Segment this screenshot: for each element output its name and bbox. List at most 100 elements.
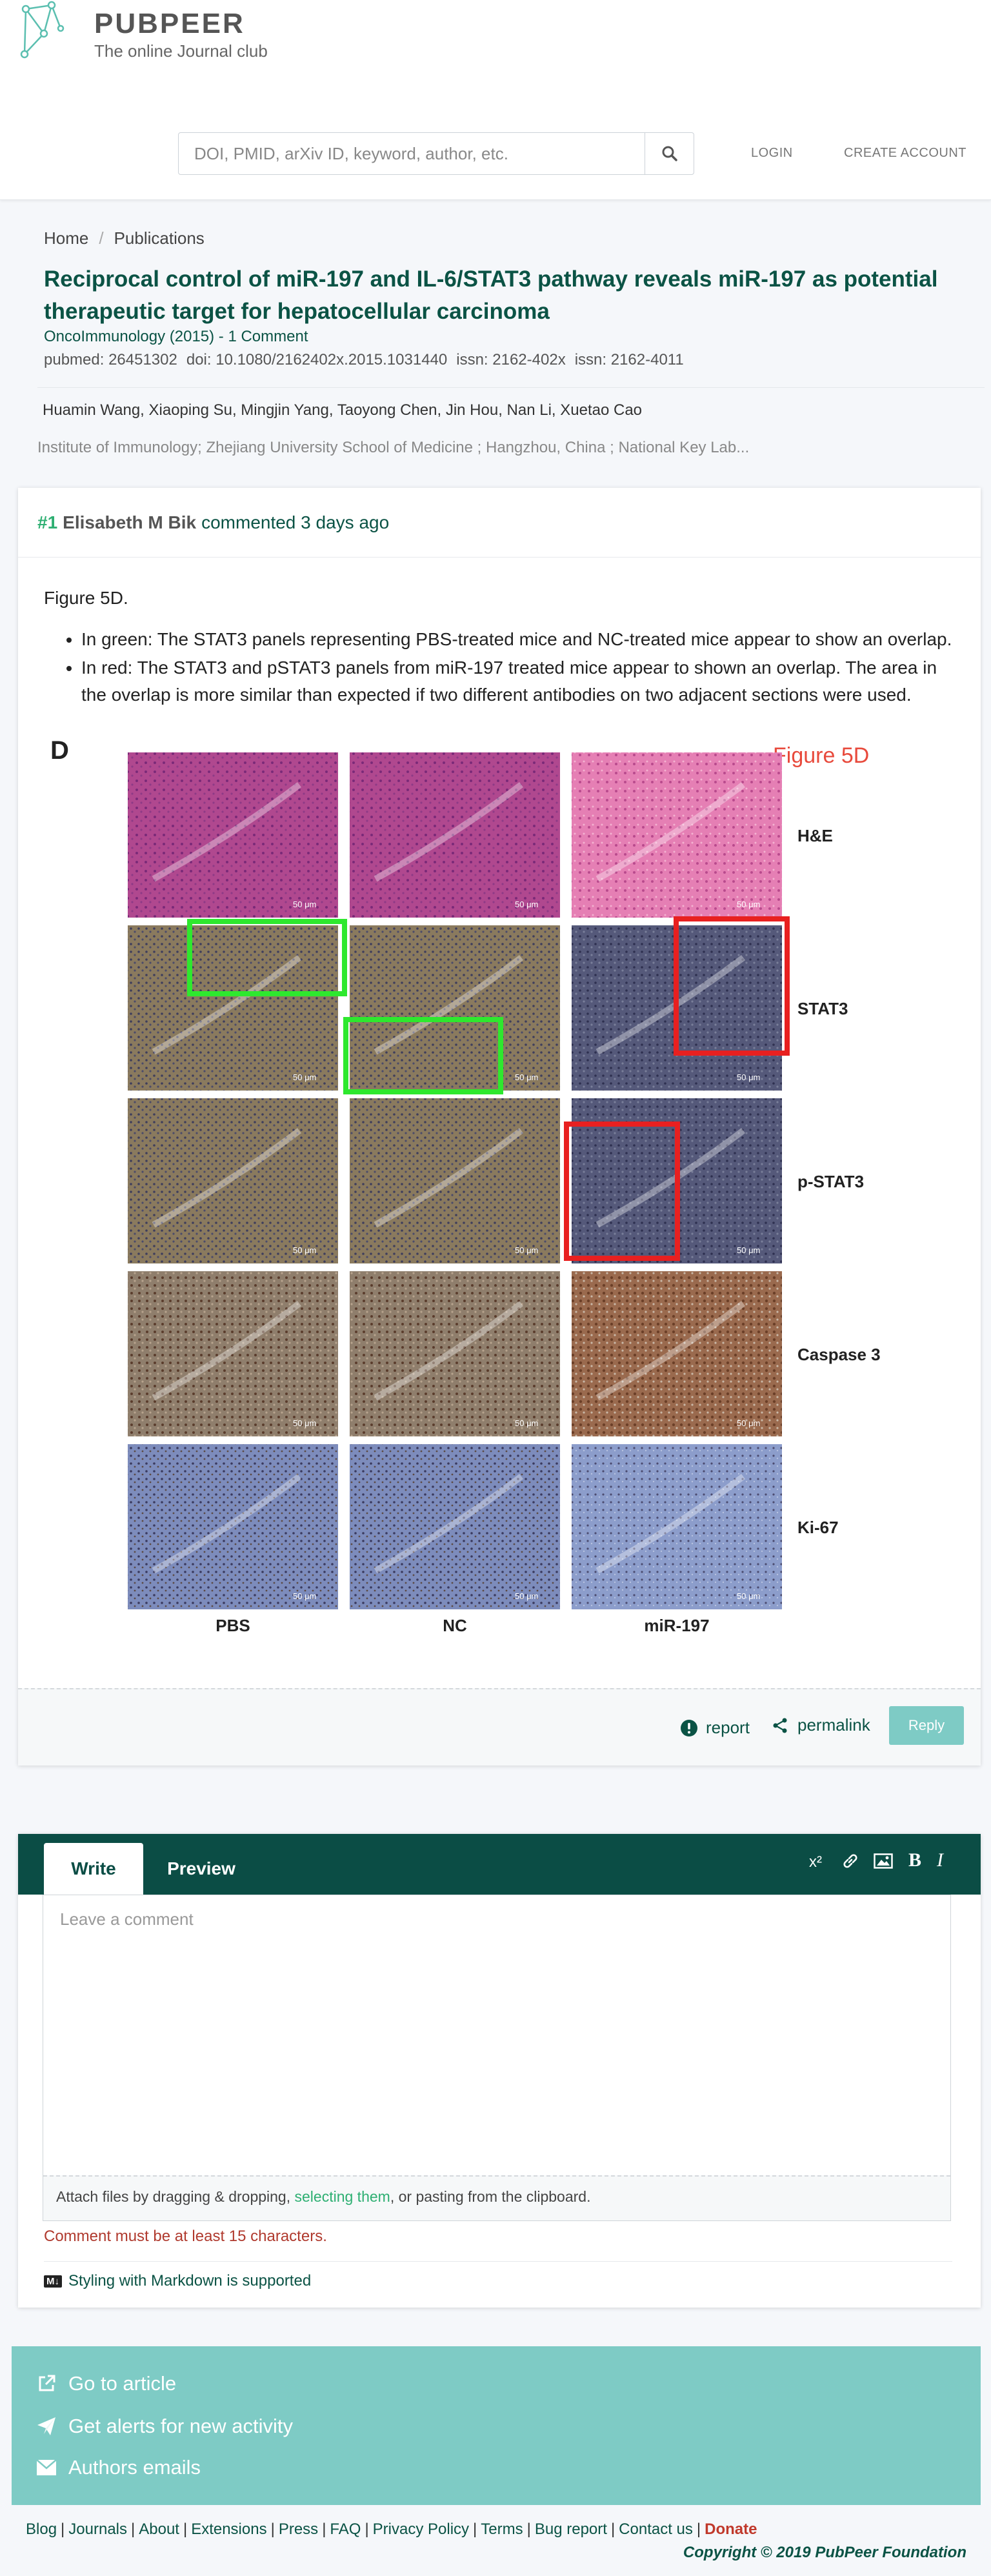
link-icon[interactable] [841, 1852, 859, 1870]
get-alerts-link[interactable]: Get alerts for new activity [36, 2415, 293, 2438]
reply-button[interactable]: Reply [889, 1706, 964, 1745]
superscript-icon[interactable]: x² [809, 1853, 822, 1871]
figure-scale-bar-label: 50 μm [293, 900, 316, 909]
doi: doi: 10.1080/2162402x.2015.1031440 [186, 351, 448, 368]
comment-card: #1 Elisabeth M Bik commented 3 days ago … [18, 488, 981, 1766]
figure-scale-bar-label: 50 μm [293, 1418, 316, 1428]
breadcrumb-publications[interactable]: Publications [114, 228, 205, 248]
search-input[interactable] [179, 133, 645, 174]
go-to-article-link[interactable]: Go to article [36, 2372, 176, 2395]
issn-1: issn: 2162-402x [456, 351, 566, 368]
figure-scale-bar-label: 50 μm [293, 1072, 316, 1082]
editor-toolbar: Write Preview x² B I [18, 1834, 981, 1895]
get-alerts-label: Get alerts for new activity [68, 2415, 294, 2437]
footer-link-terms[interactable]: Terms [481, 2521, 523, 2538]
figure-scale-bar-label: 50 μm [293, 1245, 316, 1255]
comment-textarea[interactable] [43, 1895, 950, 2175]
report-label: report [706, 1718, 750, 1737]
top-header: PUBPEER The online Journal club LOGIN CR… [0, 0, 991, 200]
footer-link-blog[interactable]: Blog [26, 2521, 57, 2538]
comment-author[interactable]: Elisabeth M Bik [63, 512, 196, 533]
tab-preview[interactable]: Preview [156, 1843, 246, 1895]
share-icon [773, 1718, 787, 1733]
figure-caption: Figure 5D [773, 743, 869, 768]
markdown-hint-text: Styling with Markdown is supported [68, 2272, 312, 2289]
comment-number[interactable]: #1 [37, 512, 57, 533]
figure-5d-image[interactable]: D Figure 5D 50 μm 50 μm 50 μmH&E50 μm 50 μm… [44, 733, 908, 1636]
footer-link-bug-report[interactable]: Bug report [535, 2521, 607, 2538]
search-button[interactable] [645, 133, 694, 174]
brand[interactable]: PUBPEER The online Journal club [94, 8, 268, 61]
go-to-article-label: Go to article [68, 2372, 177, 2395]
figure-scale-bar-label: 50 μm [737, 1072, 760, 1082]
search-icon [662, 146, 677, 161]
footer-link-about[interactable]: About [139, 2521, 179, 2538]
attach-text-prefix: Attach files by dragging & dropping, [56, 2188, 295, 2205]
comment-intro: Figure 5D. [44, 588, 128, 608]
figure-column-label: miR-197 [644, 1616, 709, 1635]
brand-tagline: The online Journal club [94, 41, 268, 61]
figure-scale-bar-label: 50 μm [737, 1245, 760, 1255]
comment-bullets: In green: The STAT3 panels representing … [44, 626, 960, 709]
publication-title[interactable]: Reciprocal control of miR-197 and IL-6/S… [44, 263, 947, 328]
issn-2: issn: 2162-4011 [574, 351, 684, 368]
footer-link-extensions[interactable]: Extensions [191, 2521, 266, 2538]
figure-scale-bar-label: 50 μm [515, 1418, 538, 1428]
breadcrumb-separator: / [99, 228, 104, 248]
divider [37, 387, 985, 388]
figure-scale-bar-label: 50 μm [515, 1245, 538, 1255]
comment-length-error: Comment must be at least 15 characters. [44, 2228, 327, 2245]
breadcrumb-home[interactable]: Home [44, 228, 88, 248]
figure-scale-bar-label: 50 μm [515, 1072, 538, 1082]
figure-row-label: Ki-67 [797, 1518, 839, 1537]
copyright: Copyright © 2019 PubPeer Foundation [683, 2544, 966, 2561]
figure-row-label: H&E [797, 826, 833, 845]
figure-row-label: Caspase 3 [797, 1345, 881, 1364]
footer-link-journals[interactable]: Journals [68, 2521, 127, 2538]
footer-link-privacy[interactable]: Privacy Policy [373, 2521, 469, 2538]
comment-bullet-red: In red: The STAT3 and pSTAT3 panels from… [81, 654, 960, 709]
institution: Institute of Immunology; Zhejiang Univer… [37, 439, 750, 456]
comment-header: #1 Elisabeth M Bik commented 3 days ago [18, 488, 981, 558]
comment-body: Figure 5D. In green: The STAT3 panels re… [44, 585, 960, 710]
footer-link-press[interactable]: Press [279, 2521, 318, 2538]
select-files-link[interactable]: selecting them [295, 2188, 390, 2205]
pubmed-id: pubmed: 26451302 [44, 351, 177, 368]
journal-line[interactable]: OncoImmunology (2015) - 1 Comment [44, 328, 308, 346]
footer-links: Blog | Journals | About | Extensions | Press | FAQ… [26, 2521, 757, 2538]
bold-icon[interactable]: B [908, 1849, 921, 1871]
footer-link-faq[interactable]: FAQ [330, 2521, 361, 2538]
authors-emails-link[interactable]: Authors emails [36, 2456, 201, 2479]
create-account-link[interactable]: CREATE ACCOUNT [844, 146, 966, 161]
comment-editor: Write Preview x² B I Attach files by dra… [18, 1834, 981, 2308]
permalink-label: permalink [797, 1715, 870, 1735]
breadcrumb: Home / Publications [44, 228, 205, 248]
envelope-icon [36, 2459, 57, 2475]
tab-write[interactable]: Write [44, 1843, 143, 1895]
report-link[interactable]: report [680, 1718, 750, 1738]
publication-actions: Go to article Get alerts for new activit… [12, 2346, 981, 2505]
brand-name[interactable]: PUBPEER [94, 8, 268, 40]
markdown-hint[interactable]: M↓ Styling with Markdown is supported [44, 2261, 952, 2290]
login-link[interactable]: LOGIN [751, 146, 793, 161]
figure-row-label: STAT3 [797, 999, 848, 1018]
figure-scale-bar-label: 50 μm [737, 1591, 760, 1601]
footer-link-donate[interactable]: Donate [705, 2521, 757, 2538]
figure-row-label: p-STAT3 [797, 1172, 864, 1191]
image-icon[interactable] [874, 1853, 893, 1869]
pubpeer-logo-icon[interactable] [18, 0, 65, 62]
authors: Huamin Wang, Xiaoping Su, Mingjin Yang, … [43, 401, 643, 419]
attach-files-area[interactable]: Attach files by dragging & dropping, sel… [43, 2175, 950, 2220]
figure-scale-bar-label: 50 μm [737, 900, 760, 909]
attach-text-suffix: , or pasting from the clipboard. [390, 2188, 591, 2205]
publication-identifiers: pubmed: 26451302 doi: 10.1080/2162402x.20… [44, 351, 693, 369]
permalink-link[interactable]: permalink [772, 1715, 870, 1735]
comment-time[interactable]: commented 3 days ago [201, 512, 389, 533]
footer-link-contact[interactable]: Contact us [619, 2521, 693, 2538]
comment-bullet-green: In green: The STAT3 panels representing … [81, 626, 960, 653]
figure-column-label: PBS [215, 1616, 250, 1635]
exclamation-icon [681, 1719, 697, 1736]
figure-panel-grid: 50 μm 50 μm 50 μm H&E 50 μm 50 μm 50 μm STAT3 50… [128, 752, 881, 1635]
paper-plane-icon [37, 2417, 55, 2435]
italic-icon[interactable]: I [937, 1849, 943, 1871]
